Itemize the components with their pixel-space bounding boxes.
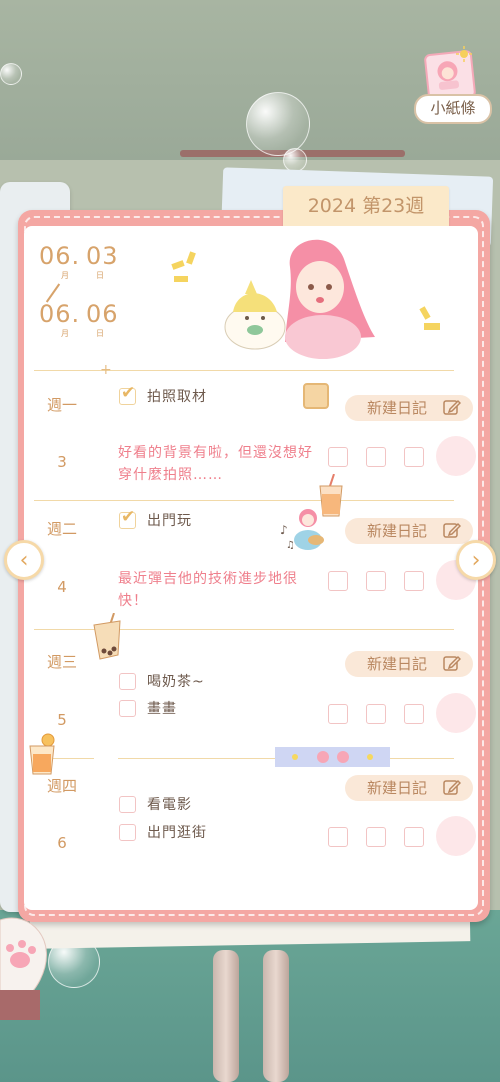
mood-slot[interactable]: [328, 447, 348, 467]
mood-slot[interactable]: [366, 827, 386, 847]
day-number: 3: [57, 453, 67, 471]
task-checkbox[interactable]: [119, 700, 136, 717]
task-checkbox[interactable]: [119, 673, 136, 690]
edit-icon: [443, 655, 461, 671]
milk-tea-decoration: [93, 613, 121, 660]
weekday-label: 週一: [46, 396, 77, 414]
weekday-label: 週四: [46, 777, 77, 795]
task-checkbox[interactable]: [119, 383, 136, 405]
day-number: 6: [57, 834, 67, 852]
plus-mark: +: [100, 362, 112, 378]
new-diary-label: 新建日記: [367, 399, 428, 417]
mood-slot[interactable]: [366, 447, 386, 467]
chevron-right-icon: ›: [471, 548, 481, 573]
edit-icon: [443, 779, 461, 795]
task-checkbox[interactable]: [119, 796, 136, 813]
week-tab: 2024 第23週: [283, 186, 449, 226]
sticker-slot[interactable]: [436, 693, 476, 733]
diary-note: 最近彈吉他的技術進步地很快！: [118, 571, 298, 609]
washi-tape-decoration: [275, 747, 390, 767]
task-text: 出門逛街: [147, 825, 207, 841]
task-checkbox[interactable]: [119, 507, 136, 529]
task-text: 出門玩: [147, 513, 192, 529]
edit-icon: [443, 399, 461, 415]
sparkle-icon: [419, 306, 440, 330]
orange-juice-decoration: [29, 733, 55, 775]
next-week-button[interactable]: ›: [456, 540, 496, 580]
bubble-decoration: [246, 92, 310, 156]
mood-slot[interactable]: [328, 704, 348, 724]
mood-slot[interactable]: [328, 827, 348, 847]
mood-slot[interactable]: [404, 827, 424, 847]
previous-week-button[interactable]: ‹: [4, 540, 44, 580]
divider: [34, 370, 454, 371]
svg-text:♫: ♫: [286, 540, 295, 551]
day-number: 5: [57, 711, 67, 729]
divider: [34, 500, 454, 501]
sparkle-icon: [171, 251, 196, 282]
character-legs: [205, 950, 300, 1082]
cat-paw-decoration: [0, 917, 47, 1020]
new-diary-button[interactable]: 新建日記: [345, 518, 473, 544]
task-checkbox[interactable]: [119, 824, 136, 841]
new-diary-label: 新建日記: [367, 655, 428, 673]
girl-and-cat-illustration: [224, 239, 375, 359]
bubble-decoration: [283, 148, 307, 172]
new-diary-label: 新建日記: [367, 779, 428, 797]
new-diary-button[interactable]: 新建日記: [345, 775, 473, 801]
end-day: 06: [86, 300, 119, 328]
mood-slot[interactable]: [366, 571, 386, 591]
day-number: 4: [57, 578, 67, 596]
mood-slot[interactable]: [404, 704, 424, 724]
new-diary-button[interactable]: 新建日記: [345, 395, 473, 421]
task-text: 拍照取材: [147, 389, 207, 405]
month-caption: 月: [61, 329, 69, 338]
mood-slot[interactable]: [366, 704, 386, 724]
end-month: 06.: [39, 300, 81, 328]
gift-icon[interactable]: [303, 383, 329, 409]
bubble-decoration: [0, 63, 22, 85]
diary-note: 好看的背景有啦，但還沒想好穿什麼拍照……: [118, 445, 313, 483]
task-text: 畫畫: [147, 701, 177, 717]
sticker-note-label: 小紙條: [414, 94, 492, 124]
task-text: 喝奶茶~: [147, 674, 205, 690]
mood-slot[interactable]: [404, 571, 424, 591]
task-text: 看電影: [147, 797, 192, 813]
day-caption: 日: [96, 271, 104, 280]
weekday-label: 週三: [46, 653, 77, 671]
svg-text:♪: ♪: [280, 523, 288, 537]
start-day: 03: [86, 242, 119, 270]
day-caption: 日: [96, 329, 104, 338]
new-diary-label: 新建日記: [367, 522, 428, 540]
new-diary-button[interactable]: 新建日記: [345, 651, 473, 677]
sticker-note-button[interactable]: 小紙條: [412, 46, 492, 124]
start-month: 06.: [39, 242, 81, 270]
sticker-slot[interactable]: [436, 436, 476, 476]
edit-icon: [443, 522, 461, 538]
guitar-girl-sticker: ♪ ♫: [280, 509, 324, 551]
mood-slot[interactable]: [404, 447, 424, 467]
sun-icon: [456, 46, 472, 62]
month-caption: 月: [61, 271, 69, 280]
chevron-left-icon: ‹: [19, 548, 29, 573]
mood-slot[interactable]: [328, 571, 348, 591]
sticker-slot[interactable]: [436, 816, 476, 856]
weekday-label: 週二: [46, 520, 77, 538]
